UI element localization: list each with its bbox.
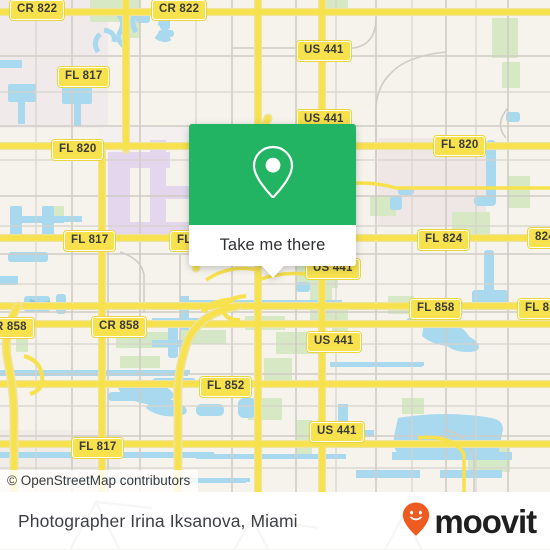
road-shield: FL 85: [517, 298, 550, 320]
callout-icon-panel: [189, 124, 356, 225]
take-me-there-callout[interactable]: Take me there: [189, 124, 356, 278]
take-me-there-label: Take me there: [219, 236, 326, 254]
road-shield: CR 858: [90, 316, 148, 338]
footer-bar: Photographer Irina Iksanova, Miami moovi…: [0, 492, 550, 550]
road-shield: 824: [527, 227, 550, 249]
road-shield: FL 817: [62, 230, 117, 252]
moovit-location-card: CR 822 CR 822 US 441 FL 817 US 441 FL 82…: [0, 0, 550, 550]
road-shield: FL 852: [198, 376, 253, 398]
page-title: Photographer Irina Iksanova, Miami: [18, 510, 298, 531]
road-shield: FL 817: [56, 66, 111, 88]
map-pin-icon: [249, 143, 297, 206]
road-shield: FL 820: [50, 139, 105, 161]
road-shield: CR 822: [150, 0, 208, 21]
moovit-smiley-pin-icon: [401, 501, 431, 542]
road-shield: R 858: [0, 317, 35, 339]
road-shield: FL 824: [416, 229, 471, 251]
callout-action-bar[interactable]: Take me there: [189, 225, 356, 278]
road-shield: FL 817: [70, 437, 125, 459]
moovit-logo[interactable]: moovit: [401, 501, 537, 542]
road-shield: FL 820: [432, 135, 487, 157]
callout-pointer: [261, 266, 284, 278]
road-shield: FL 858: [408, 298, 463, 320]
map-attribution[interactable]: © OpenStreetMap contributors: [0, 470, 199, 492]
road-shield: CR 822: [8, 0, 66, 21]
road-shield: US 441: [306, 331, 362, 353]
road-shield: US 441: [309, 421, 365, 443]
road-shield: US 441: [296, 40, 352, 62]
moovit-wordmark: moovit: [434, 502, 537, 540]
